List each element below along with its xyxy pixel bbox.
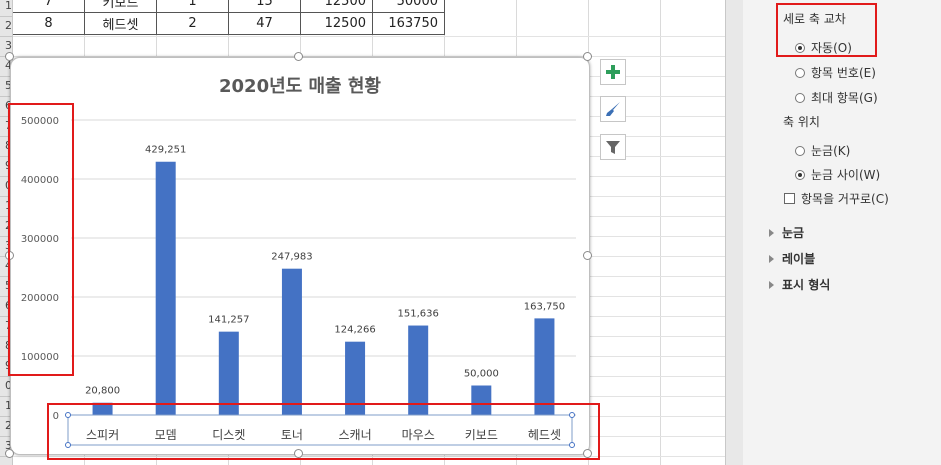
section-tick-marks[interactable]: 눈금 (769, 224, 804, 241)
bar-헤드셋 (534, 318, 555, 415)
row-number[interactable]: 2 (0, 16, 12, 37)
chart-filters-button[interactable] (600, 134, 626, 160)
sales-table[interactable]: 7 키보드 1 15 12500 50000 8 헤드셋 2 47 12500 … (12, 0, 445, 35)
checkbox-icon (784, 193, 795, 204)
data-label: 429,251 (145, 145, 186, 156)
x-tick-label: 키보드 (465, 428, 498, 442)
bar-디스켓 (218, 331, 239, 415)
table-row[interactable]: 8 헤드셋 2 47 12500 163750 (12, 12, 445, 35)
x-tick-label: 스캐너 (339, 428, 372, 442)
cell-total[interactable]: 50000 (372, 0, 445, 13)
data-label: 20,800 (85, 386, 120, 397)
data-label: 163,750 (524, 301, 565, 312)
chart-styles-button[interactable] (600, 96, 626, 122)
cell-no[interactable]: 7 (12, 0, 85, 13)
chart-elements-button[interactable] (600, 59, 626, 85)
cell-price[interactable]: 12500 (300, 12, 373, 35)
resize-handle-top-right[interactable] (583, 52, 592, 61)
bar-마우스 (408, 325, 429, 415)
x-tick-label: 모뎀 (155, 428, 177, 442)
option-label: 항목 번호(E) (811, 66, 876, 80)
option-label: 눈금 사이(W) (811, 168, 881, 182)
cell-qty[interactable]: 2 (156, 12, 229, 35)
resize-handle-top-left[interactable] (5, 52, 14, 61)
axis-position-label: 축 위치 (783, 115, 820, 129)
cell-total[interactable]: 163750 (372, 12, 445, 35)
x-tick-label: 디스켓 (212, 428, 245, 442)
radio-crosses-max-category[interactable]: 최대 항목(G) (795, 89, 878, 106)
table-row[interactable]: 7 키보드 1 15 12500 50000 (12, 0, 445, 13)
axis-selection-handle (569, 412, 575, 418)
section-label: 눈금 (782, 226, 805, 240)
radio-selected-icon (795, 169, 805, 180)
data-label: 151,636 (398, 309, 439, 320)
vertical-axis-crosses-label: 세로 축 교차 (783, 12, 846, 26)
cell-count[interactable]: 47 (228, 12, 301, 35)
resize-handle-bottom-left[interactable] (5, 449, 14, 458)
resize-handle-bottom-right[interactable] (583, 449, 592, 458)
resize-handle-top[interactable] (294, 52, 303, 61)
option-label: 최대 항목(G) (811, 91, 878, 105)
bar-스피커 (92, 402, 113, 415)
radio-between-tick-marks[interactable]: 눈금 사이(W) (795, 166, 880, 183)
section-label: 레이블 (782, 252, 816, 266)
x-tick-label: 토너 (281, 428, 303, 442)
expand-arrow-icon (769, 254, 774, 263)
option-label: 눈금(K) (811, 144, 851, 158)
resize-handle-left[interactable] (5, 251, 14, 260)
cell-price[interactable]: 12500 (300, 0, 373, 13)
radio-on-tick-marks[interactable]: 눈금(K) (795, 142, 850, 159)
format-axis-pane: 세로 축 교차 자동(O) 항목 번호(E) 최대 항목(G) 축 위치 눈금(… (743, 0, 941, 465)
data-label: 247,983 (271, 252, 312, 263)
bar-스캐너 (345, 341, 366, 415)
section-labels[interactable]: 레이블 (769, 250, 815, 267)
expand-arrow-icon (769, 280, 774, 289)
cell-no[interactable]: 8 (12, 12, 85, 35)
axis-selection-handle (569, 442, 575, 448)
x-tick-label: 헤드셋 (528, 428, 561, 442)
y-tick-label: 400000 (21, 175, 59, 186)
data-label: 124,266 (334, 325, 375, 336)
checkbox-reverse-order[interactable]: 항목을 거꾸로(C) (784, 190, 889, 207)
radio-icon (795, 67, 805, 78)
row-number[interactable]: 1 (0, 0, 12, 17)
axis-selection-handle (65, 442, 71, 448)
filter-icon (606, 141, 620, 154)
radio-crosses-category-number[interactable]: 항목 번호(E) (795, 64, 876, 81)
data-label: 50,000 (464, 369, 499, 380)
cell-count[interactable]: 15 (228, 0, 301, 13)
plus-icon (606, 65, 620, 79)
cell-name[interactable]: 키보드 (84, 0, 157, 13)
radio-selected-icon (795, 42, 805, 53)
data-label: 141,257 (208, 315, 249, 326)
x-tick-label: 마우스 (402, 428, 435, 442)
bar-키보드 (471, 385, 492, 415)
section-number-format[interactable]: 표시 형식 (769, 276, 830, 293)
y-tick-label: 200000 (21, 293, 59, 304)
axis-selection-handle (65, 412, 71, 418)
chart-plot-area[interactable]: 0 100000 200000 300000 400000 500000 20,800 429… (11, 58, 589, 454)
radio-icon (795, 92, 805, 103)
radio-icon (795, 145, 805, 156)
y-tick-label: 300000 (21, 234, 59, 245)
cell-qty[interactable]: 1 (156, 0, 229, 13)
cell-name[interactable]: 헤드셋 (84, 12, 157, 35)
bar-토너 (281, 268, 302, 415)
radio-crosses-auto[interactable]: 자동(O) (795, 39, 852, 56)
x-tick-label: 스피커 (86, 428, 119, 442)
expand-arrow-icon (769, 228, 774, 237)
resize-handle-bottom[interactable] (294, 449, 303, 458)
sales-chart[interactable]: 2020년도 매출 현황 0 100000 200000 300000 400000 50… (10, 57, 590, 455)
option-label: 항목을 거꾸로(C) (801, 192, 889, 206)
section-label: 표시 형식 (782, 278, 831, 292)
y-tick-label: 100000 (21, 352, 59, 363)
y-tick-label: 500000 (21, 116, 59, 127)
y-tick-label: 0 (53, 411, 59, 422)
brush-icon (606, 102, 620, 116)
pane-scrollbar[interactable] (725, 0, 744, 465)
option-label: 자동(O) (811, 41, 852, 55)
bar-모뎀 (155, 161, 176, 415)
resize-handle-right[interactable] (583, 251, 592, 260)
